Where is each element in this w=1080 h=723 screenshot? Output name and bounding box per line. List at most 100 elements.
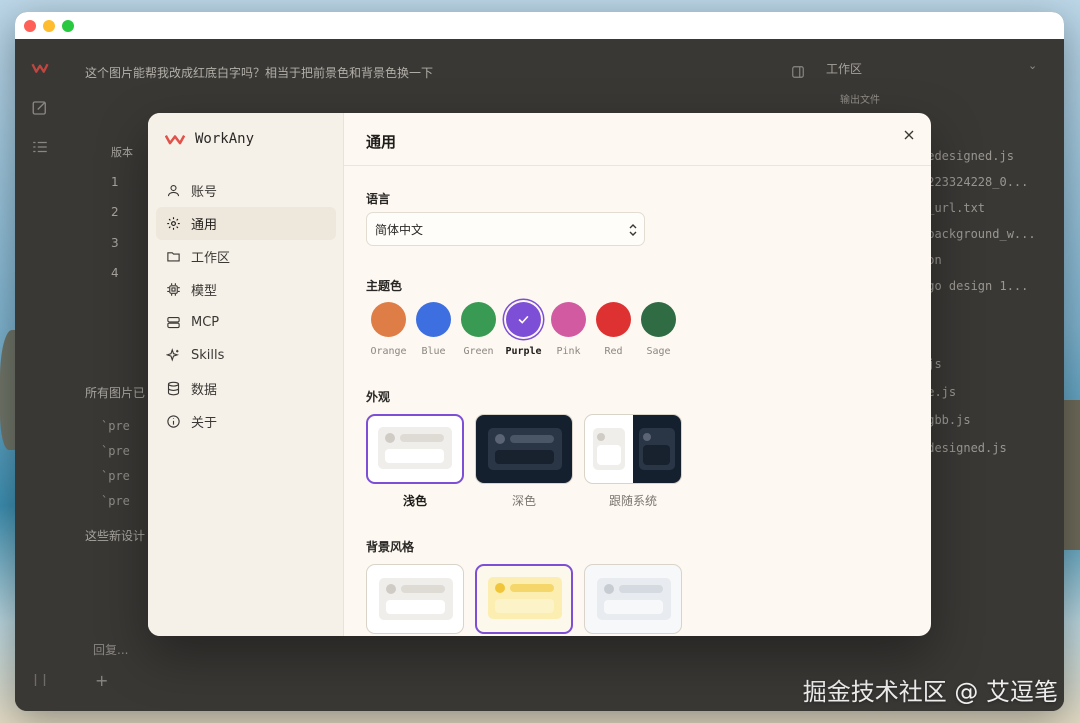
nav-label: 数据 bbox=[191, 383, 218, 398]
settings-nav: 账号 通用 工作区 模型 MCP Skills 数据 关于 bbox=[156, 174, 336, 438]
file-item[interactable]: mgbb.js bbox=[920, 413, 1040, 427]
preview-box bbox=[604, 600, 663, 614]
swatch-blue[interactable] bbox=[416, 302, 451, 337]
theme-option-red[interactable]: Red bbox=[591, 302, 636, 357]
nav-item-account[interactable]: 账号 bbox=[156, 174, 336, 207]
file-item[interactable]: redesigned.js bbox=[920, 149, 1040, 163]
brand: WorkAny bbox=[165, 131, 254, 147]
background-warm-card[interactable] bbox=[475, 564, 573, 634]
add-icon[interactable]: + bbox=[95, 671, 108, 690]
nav-label: 通用 bbox=[191, 218, 218, 233]
file-item[interactable]: a_url.txt bbox=[920, 201, 1040, 215]
swatch-label: Pink bbox=[556, 346, 581, 357]
preview-box bbox=[597, 445, 621, 465]
nav-item-workspace[interactable]: 工作区 bbox=[156, 240, 336, 273]
theme-option-purple[interactable]: Purple bbox=[501, 302, 546, 357]
close-icon[interactable] bbox=[901, 127, 917, 143]
background-plain-card[interactable] bbox=[366, 564, 464, 634]
preview-dot bbox=[604, 584, 614, 594]
list-item: `pre bbox=[101, 494, 130, 508]
swatch-label: Red bbox=[604, 346, 623, 357]
file-item[interactable]: edesigned.js bbox=[920, 441, 1040, 455]
swatch-purple[interactable] bbox=[506, 302, 541, 337]
language-value: 简体中文 bbox=[375, 222, 424, 237]
minimize-window-button[interactable] bbox=[43, 20, 55, 32]
settings-header: 通用 bbox=[344, 113, 931, 166]
close-window-button[interactable] bbox=[24, 20, 36, 32]
nav-item-general[interactable]: 通用 bbox=[156, 207, 336, 240]
file-item[interactable]: _background_w... bbox=[920, 227, 1040, 241]
user-question: 这个图片能帮我改成红底白字吗？相当于把前景色和背景色换一下 bbox=[85, 66, 434, 80]
preview-pane bbox=[379, 578, 453, 620]
file-item[interactable]: ge.js bbox=[920, 385, 1040, 399]
preview-dot bbox=[597, 433, 605, 441]
sparkles-icon bbox=[166, 348, 180, 362]
nav-item-skills[interactable]: Skills bbox=[156, 339, 336, 372]
file-item[interactable]: son bbox=[920, 253, 1040, 267]
info-icon bbox=[167, 415, 180, 428]
nav-item-mcp[interactable]: MCP bbox=[156, 306, 336, 339]
theme-option-pink[interactable]: Pink bbox=[546, 302, 591, 357]
table-row: 3 bbox=[111, 236, 119, 250]
gear-icon bbox=[167, 217, 180, 230]
nav-item-about[interactable]: 关于 bbox=[156, 405, 336, 438]
theme-option-green[interactable]: Green bbox=[456, 302, 501, 357]
theme-swatches: Orange Blue Green Purple Pink Red Sage bbox=[366, 302, 681, 357]
server-icon bbox=[167, 316, 180, 329]
zoom-window-button[interactable] bbox=[62, 20, 74, 32]
task-list-icon[interactable] bbox=[31, 138, 49, 156]
swatch-green[interactable] bbox=[461, 302, 496, 337]
theme-label: 主题色 bbox=[366, 279, 403, 293]
app-logo-icon bbox=[31, 63, 49, 73]
swatch-label: Purple bbox=[505, 346, 542, 357]
file-item[interactable]: s bbox=[920, 123, 1040, 137]
preview-dot bbox=[643, 433, 651, 441]
file-item[interactable]: 9223324228_0... bbox=[920, 175, 1040, 189]
preview-bar bbox=[401, 585, 445, 593]
chevron-down-icon[interactable]: ⌄ bbox=[1028, 59, 1037, 72]
preview-pane bbox=[488, 428, 562, 470]
appearance-label: 外观 bbox=[366, 390, 391, 404]
list-item: `pre bbox=[101, 419, 130, 433]
preview-pane bbox=[639, 428, 675, 470]
theme-option-sage[interactable]: Sage bbox=[636, 302, 681, 357]
reply-input[interactable]: 回复... bbox=[93, 641, 128, 658]
table-row: 4 bbox=[111, 266, 119, 280]
appearance-system-card[interactable] bbox=[584, 414, 682, 484]
appearance-light-card[interactable] bbox=[366, 414, 464, 484]
theme-option-blue[interactable]: Blue bbox=[411, 302, 456, 357]
swatch-red[interactable] bbox=[596, 302, 631, 337]
summary-text: 所有图片已 bbox=[85, 386, 146, 400]
preview-box bbox=[386, 600, 445, 614]
file-item[interactable]: .js bbox=[920, 357, 1040, 371]
background-style-options bbox=[366, 564, 682, 634]
new-task-icon[interactable] bbox=[31, 99, 49, 117]
background-style-label: 背景风格 bbox=[366, 540, 415, 554]
nav-item-data[interactable]: 数据 bbox=[156, 372, 336, 405]
bottom-toggle-icon[interactable] bbox=[31, 671, 49, 689]
chip-icon bbox=[167, 283, 180, 296]
list-item: `pre bbox=[101, 444, 130, 458]
check-icon bbox=[518, 315, 529, 324]
swatch-pink[interactable] bbox=[551, 302, 586, 337]
preview-dot bbox=[385, 433, 395, 443]
preview-dot bbox=[386, 584, 396, 594]
watermark: 掘金技术社区 @ 艾逗笔 bbox=[802, 678, 1058, 706]
swatch-orange[interactable] bbox=[371, 302, 406, 337]
table-row: 1 bbox=[111, 175, 119, 189]
database-icon bbox=[167, 381, 180, 396]
preview-pane bbox=[488, 577, 562, 619]
background-cool-card[interactable] bbox=[584, 564, 682, 634]
nav-item-model[interactable]: 模型 bbox=[156, 273, 336, 306]
nav-label: MCP bbox=[191, 315, 220, 330]
appearance-dark-card[interactable] bbox=[475, 414, 573, 484]
preview-pane bbox=[378, 427, 452, 469]
swatch-label: Blue bbox=[421, 346, 446, 357]
file-item[interactable]: ogo design 1... bbox=[920, 279, 1040, 293]
output-files-label: 输出文件 bbox=[840, 95, 880, 106]
settings-title: 通用 bbox=[366, 133, 397, 151]
sidebar-toggle-icon[interactable] bbox=[791, 65, 805, 79]
swatch-sage[interactable] bbox=[641, 302, 676, 337]
theme-option-orange[interactable]: Orange bbox=[366, 302, 411, 357]
language-select[interactable]: 简体中文 bbox=[366, 212, 645, 246]
